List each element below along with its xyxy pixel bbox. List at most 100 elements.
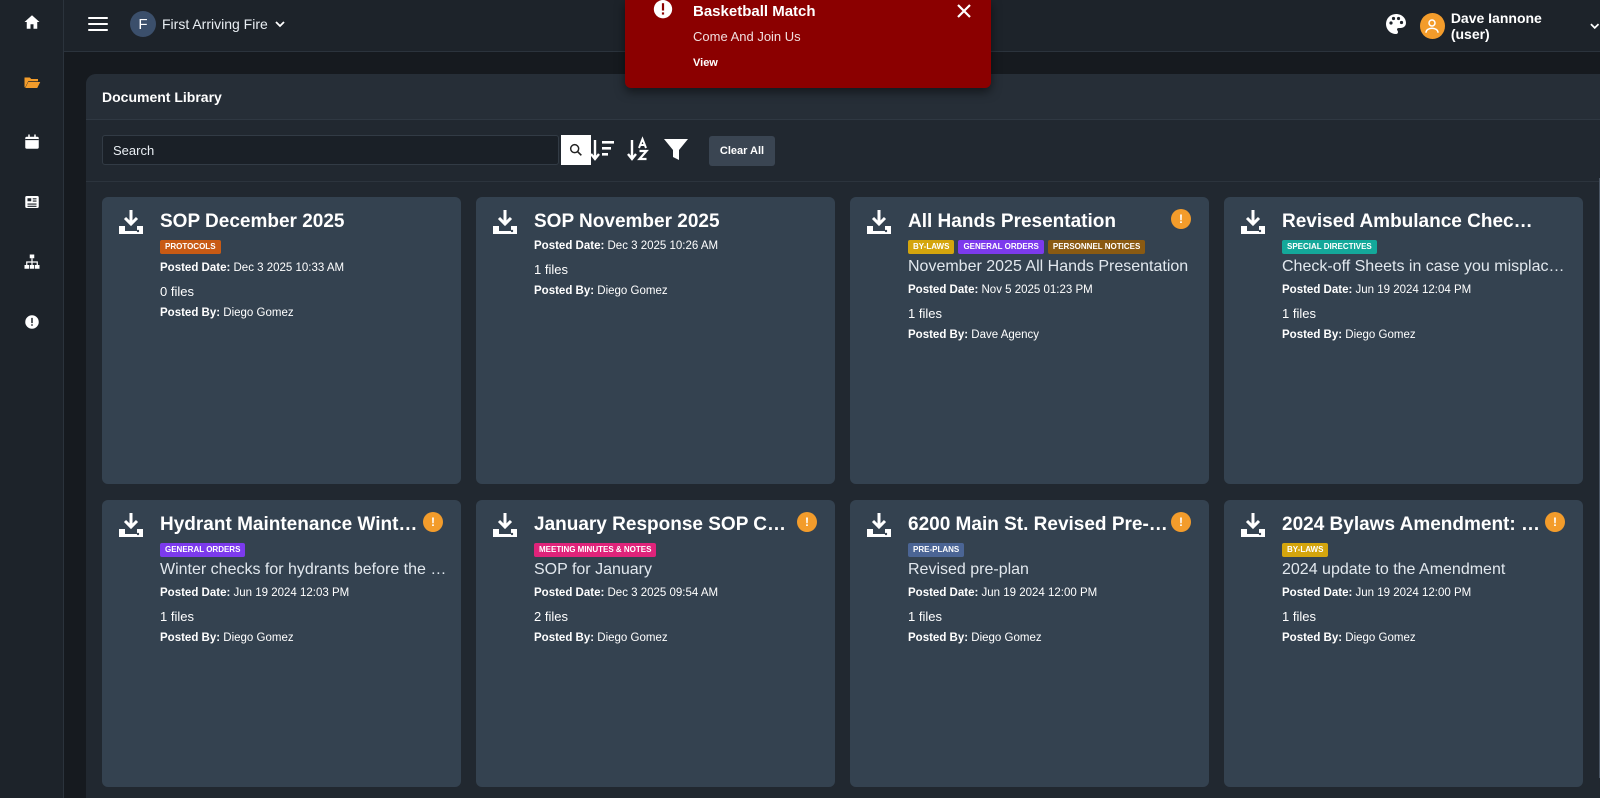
clear-all-button[interactable]: Clear All [709,136,775,166]
posted-by: Posted By: Diego Gomez [160,632,450,644]
calendar-icon [25,134,39,149]
posted-by-label: Posted By: [908,329,969,341]
menu-toggle-button[interactable] [86,13,110,37]
document-details: SPECIAL DIRECTIVES Check-off Sheets in ca… [1282,240,1572,341]
user-name: Dave Iannone (user) [1450,10,1542,42]
posted-by-value: Diego Gomez [597,285,668,297]
category-tag: MEETING MINUTES & NOTES [534,543,657,557]
document-description: Check-off Sheets in case you misplaced t… [1282,258,1572,275]
posted-by-label: Posted By: [908,632,969,644]
nav-documents[interactable] [0,64,64,100]
filter-button[interactable] [661,135,691,165]
posted-by: Posted By: Diego Gomez [160,307,450,319]
download-icon[interactable] [116,207,146,237]
home-icon [24,15,40,29]
hamburger-line [88,23,108,25]
posted-date: Posted Date: Jun 19 2024 12:00 PM [908,587,1198,599]
document-title: All Hands Presentation [908,211,1116,232]
sort-by-date-button[interactable] [587,135,617,165]
notification-title: Basketball Match [693,3,816,20]
tag-list: PRE-PLANS [908,543,1198,557]
nav-alerts[interactable] [0,304,64,340]
organization-selector[interactable]: F First Arriving Fire [130,10,286,38]
notification-view-link[interactable]: View [693,57,718,69]
sort-alphabetical-button[interactable] [624,135,654,165]
file-count: 1 files [160,609,194,624]
file-count: 2 files [534,609,568,624]
document-title: Revised Ambulance Check-off Sheets [1282,211,1542,232]
posted-by-value: Diego Gomez [1345,632,1416,644]
tag-list: BY-LAWS [1282,543,1572,557]
search-input[interactable] [102,135,559,165]
posted-date-value: Jun 19 2024 12:00 PM [1355,587,1472,599]
document-card[interactable]: All Hands Presentation! BY-LAWS GENERAL OR… [850,197,1209,484]
posted-date: Posted Date: Jun 19 2024 12:00 PM [1282,587,1572,599]
unread-alert-icon: ! [1171,512,1191,532]
category-tag: PROTOCOLS [160,240,221,254]
posted-by-label: Posted By: [534,285,595,297]
document-card[interactable]: SOP November 2025 Posted Date: Dec 3 2025… [476,197,835,484]
download-icon[interactable] [490,510,520,540]
page-title: Document Library [102,89,222,105]
download-icon[interactable] [864,510,894,540]
document-card[interactable]: 6200 Main St. Revised Pre-Plan! PRE-PLANS… [850,500,1209,787]
folder-open-icon [24,77,41,88]
nav-org-chart[interactable] [0,244,64,280]
posted-date-value: Jun 19 2024 12:03 PM [233,587,350,599]
file-count: 1 files [1282,306,1316,321]
posted-date-label: Posted Date: [908,587,979,599]
nav-home[interactable] [0,4,64,40]
document-card[interactable]: January Response SOP Completed! MEETING M… [476,500,835,787]
document-details: MEETING MINUTES & NOTES SOP for January Po… [534,543,824,644]
left-nav-rail [0,0,64,798]
posted-date: Posted Date: Jun 19 2024 12:04 PM [1282,284,1572,296]
posted-by-value: Dave Agency [971,329,1040,341]
download-icon[interactable] [864,207,894,237]
posted-date-label: Posted Date: [534,240,605,252]
file-count: 0 files [160,284,194,299]
posted-date-label: Posted Date: [1282,587,1353,599]
unread-alert-icon: ! [423,512,443,532]
document-title: SOP November 2025 [534,211,720,232]
posted-date-value: Jun 19 2024 12:04 PM [1355,284,1472,296]
posted-date-label: Posted Date: [534,587,605,599]
filter-icon [664,139,688,160]
posted-date-label: Posted Date: [908,284,979,296]
document-description: November 2025 All Hands Presentation [908,258,1189,275]
hamburger-line [88,29,108,31]
category-tag: GENERAL ORDERS [160,543,246,557]
tag-list: PROTOCOLS [160,240,450,254]
close-icon[interactable] [955,2,973,20]
posted-by: Posted By: Diego Gomez [908,632,1198,644]
document-description: SOP for January [534,561,652,578]
download-icon[interactable] [116,510,146,540]
unread-alert-icon: ! [1171,209,1191,229]
document-title: 2024 Bylaws Amendment: Section 4 [1282,514,1542,535]
document-card[interactable]: 2024 Bylaws Amendment: Section 4! BY-LAWS… [1224,500,1583,787]
posted-date: Posted Date: Dec 3 2025 10:26 AM [534,240,824,252]
tag-list: BY-LAWS GENERAL ORDERS PERSONNEL NOTICES [908,240,1198,254]
download-icon[interactable] [490,207,520,237]
document-details: BY-LAWS GENERAL ORDERS PERSONNEL NOTICES No… [908,240,1198,341]
palette-icon [1386,14,1406,34]
posted-by-value: Diego Gomez [971,632,1042,644]
posted-date-value: Jun 19 2024 12:00 PM [981,587,1098,599]
document-card[interactable]: Revised Ambulance Check-off Sheets SPECIA… [1224,197,1583,484]
posted-by-label: Posted By: [1282,329,1343,341]
category-tag: SPECIAL DIRECTIVES [1282,240,1377,254]
alert-circle-icon [25,315,39,329]
document-details: PROTOCOLS Posted Date: Dec 3 2025 10:33 A… [160,240,450,319]
posted-by-label: Posted By: [534,632,595,644]
user-menu[interactable]: Dave Iannone (user) [1420,10,1600,42]
document-card[interactable]: Hydrant Maintenance Winter Checks! GENERA… [102,500,461,787]
tag-list: GENERAL ORDERS [160,543,450,557]
posted-date: Posted Date: Jun 19 2024 12:03 PM [160,587,450,599]
document-card[interactable]: SOP December 2025 PROTOCOLS Posted Date: D… [102,197,461,484]
nav-calendar[interactable] [0,124,64,160]
download-icon[interactable] [1238,207,1268,237]
posted-by-value: Diego Gomez [597,632,668,644]
nav-news[interactable] [0,184,64,220]
theme-palette-button[interactable] [1384,12,1408,36]
download-icon[interactable] [1238,510,1268,540]
chevron-down-icon [1589,23,1599,30]
